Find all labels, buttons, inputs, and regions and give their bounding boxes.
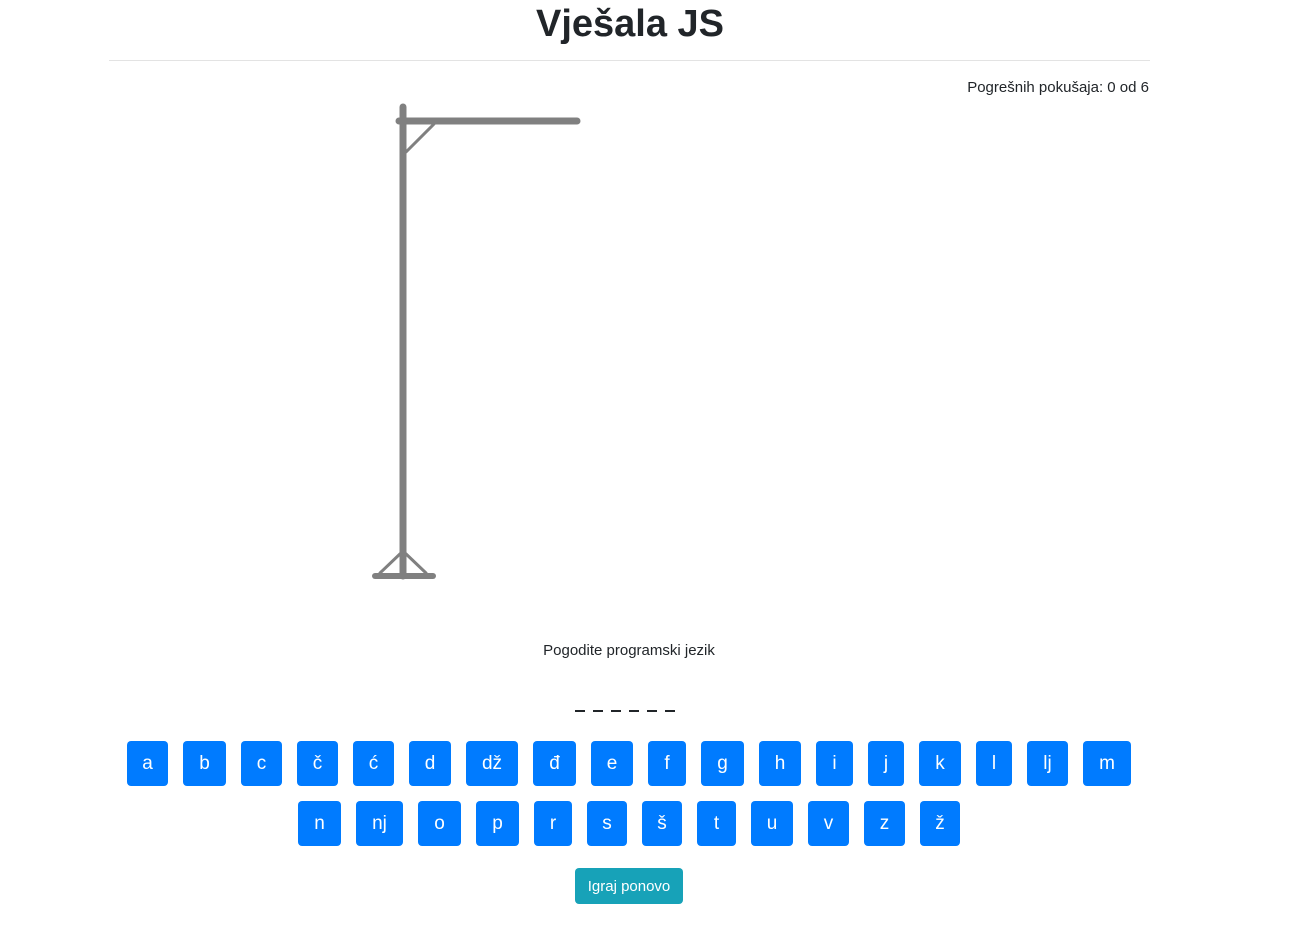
key-e[interactable]: e xyxy=(591,741,633,786)
key-lj[interactable]: lj xyxy=(1027,741,1068,786)
key-s-caron[interactable]: š xyxy=(642,801,682,846)
key-t[interactable]: t xyxy=(697,801,736,846)
gallows-foot-left xyxy=(378,550,404,575)
key-z[interactable]: z xyxy=(864,801,905,846)
key-i[interactable]: i xyxy=(816,741,853,786)
key-j[interactable]: j xyxy=(868,741,904,786)
key-u[interactable]: u xyxy=(751,801,793,846)
key-r[interactable]: r xyxy=(534,801,572,846)
hint-text: Pogodite programski jezik xyxy=(543,642,715,659)
gallows-drawing xyxy=(372,103,581,580)
letter-slot xyxy=(575,710,585,712)
play-again-button[interactable]: Igraj ponovo xyxy=(575,868,683,904)
key-o[interactable]: o xyxy=(418,801,461,846)
key-b[interactable]: b xyxy=(183,741,226,786)
gallows-brace xyxy=(404,122,436,154)
key-p[interactable]: p xyxy=(476,801,519,846)
key-d-stroke[interactable]: đ xyxy=(533,741,576,786)
letter-slot xyxy=(647,710,657,712)
word-display xyxy=(0,700,1250,712)
key-k[interactable]: k xyxy=(919,741,961,786)
key-a[interactable]: a xyxy=(127,741,168,786)
key-f[interactable]: f xyxy=(648,741,686,786)
letter-slot xyxy=(593,710,603,712)
key-m[interactable]: m xyxy=(1083,741,1131,786)
letter-slot xyxy=(665,710,675,712)
key-dz-caron[interactable]: dž xyxy=(466,741,518,786)
key-c[interactable]: c xyxy=(241,741,282,786)
key-n[interactable]: n xyxy=(298,801,341,846)
key-z-caron[interactable]: ž xyxy=(920,801,960,846)
key-nj[interactable]: nj xyxy=(356,801,403,846)
letter-slot xyxy=(629,710,639,712)
letter-slot xyxy=(611,710,621,712)
key-d[interactable]: d xyxy=(409,741,451,786)
key-c-acute[interactable]: ć xyxy=(353,741,394,786)
key-v[interactable]: v xyxy=(808,801,849,846)
key-s[interactable]: s xyxy=(587,801,627,846)
key-h[interactable]: h xyxy=(759,741,801,786)
key-c-caron[interactable]: č xyxy=(297,741,338,786)
gallows-foot-right xyxy=(402,550,428,575)
key-l[interactable]: l xyxy=(976,741,1012,786)
key-g[interactable]: g xyxy=(701,741,744,786)
